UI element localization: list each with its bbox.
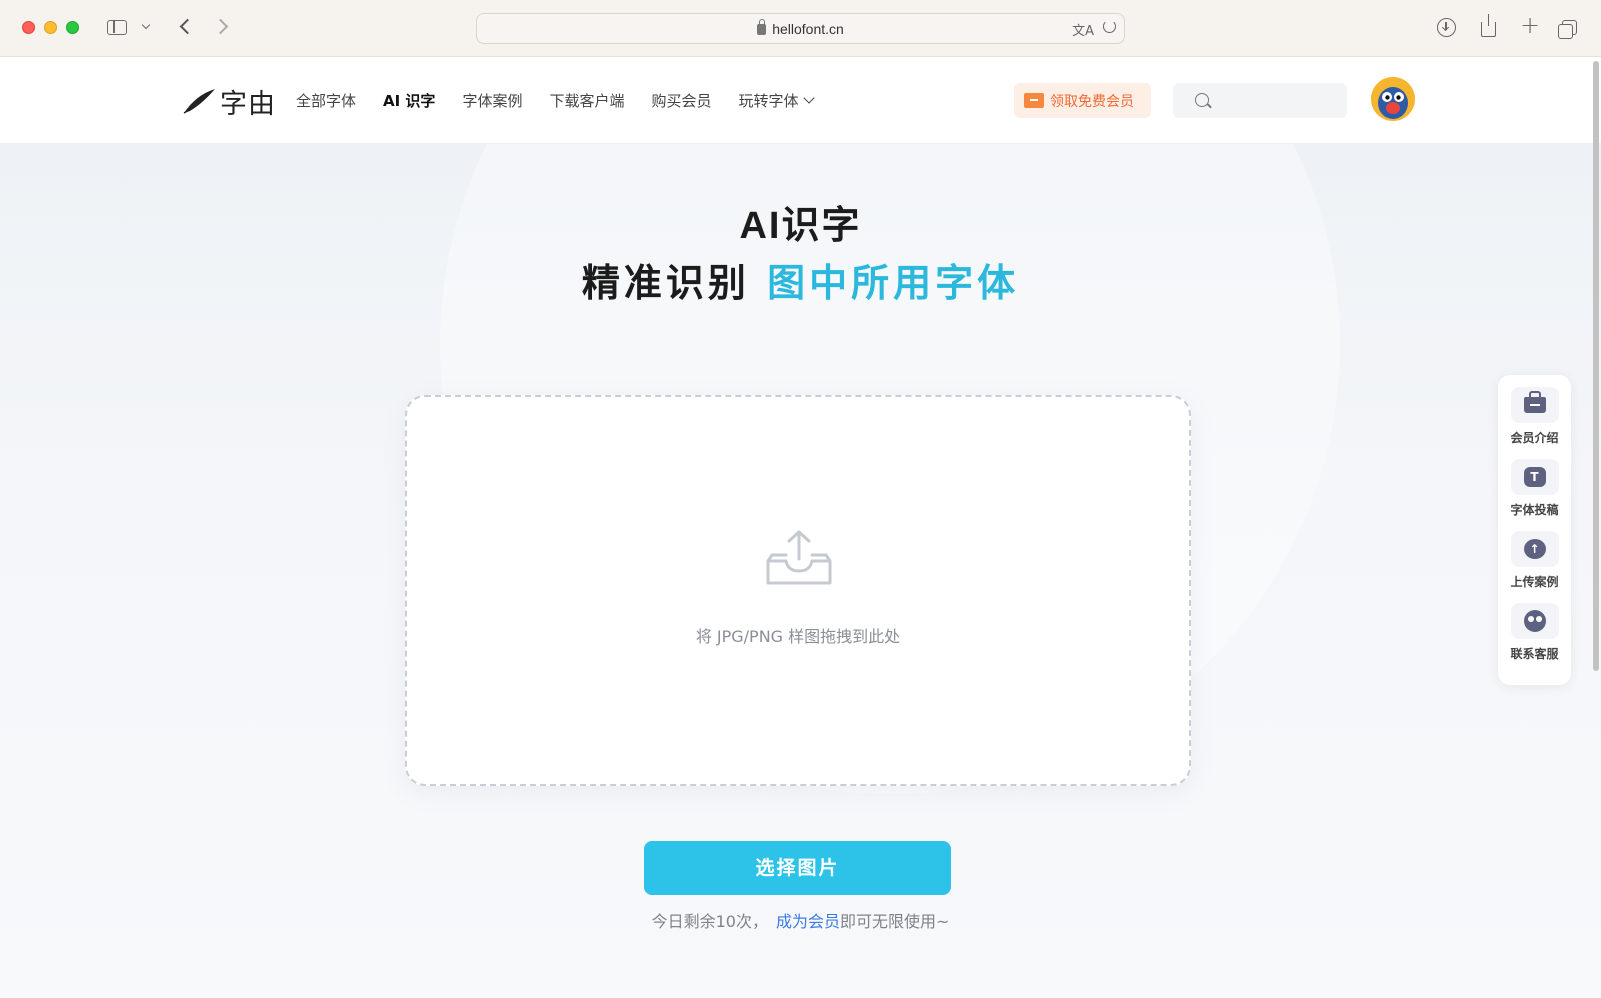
- free-membership-button[interactable]: 领取免费会员: [1014, 83, 1151, 118]
- back-arrow-icon[interactable]: [179, 18, 196, 35]
- membership-icon: [1510, 387, 1559, 423]
- tabs-overview-icon[interactable]: [1558, 20, 1577, 39]
- font-submit-icon: T: [1510, 459, 1559, 495]
- nav-buy-membership[interactable]: 购买会员: [651, 90, 711, 111]
- download-icon[interactable]: [1437, 18, 1456, 37]
- address-bar[interactable]: hellofont.cn 文A: [476, 13, 1125, 44]
- chevron-down-icon: [802, 92, 815, 104]
- lock-icon: [757, 19, 767, 35]
- quota-remaining: 今日剩余10次，: [651, 912, 768, 931]
- page-title: AI识字: [739, 205, 862, 247]
- nav-play-fonts-label: 玩转字体: [738, 92, 799, 110]
- reload-icon[interactable]: [1103, 20, 1116, 33]
- upload-tray-icon: [766, 530, 832, 585]
- site-logo[interactable]: 字由: [182, 83, 276, 120]
- site-header: 字由 全部字体 AI 识字 字体案例 下载客户端 购买会员 玩转字体 领取免费会…: [0, 57, 1601, 144]
- chevron-down-icon[interactable]: [141, 20, 151, 30]
- upload-case-glyph: ↑: [1523, 539, 1546, 559]
- nav-all-fonts[interactable]: 全部字体: [296, 90, 356, 111]
- choose-image-button[interactable]: 选择图片: [644, 841, 951, 895]
- usage-quota-text: 今日剩余10次， 成为会员即可无限使用~: [0, 908, 1601, 932]
- side-label-font-submit: 字体投稿: [1510, 503, 1559, 517]
- side-item-customer-service[interactable]: 联系客服: [1498, 603, 1571, 662]
- side-quick-panel: 会员介绍 T 字体投稿 ↑ 上传案例 联系客服: [1498, 375, 1571, 685]
- quota-suffix: 即可无限使用~: [839, 912, 950, 931]
- nav-play-fonts-dropdown[interactable]: 玩转字体: [738, 90, 815, 111]
- free-membership-label: 领取免费会员: [1050, 93, 1134, 110]
- logo-text: 字由: [220, 88, 276, 120]
- scrollbar-thumb[interactable]: [1593, 61, 1599, 671]
- search-box: [1173, 83, 1347, 118]
- nav-ai-recognize[interactable]: AI 识字: [383, 90, 435, 111]
- search-input[interactable]: [1217, 83, 1337, 118]
- side-label-customer-service: 联系客服: [1510, 647, 1559, 661]
- drop-instruction: 将 JPG/PNG 样图拖拽到此处: [695, 627, 901, 646]
- share-icon[interactable]: [1481, 14, 1496, 37]
- forward-arrow-icon[interactable]: [212, 18, 229, 35]
- search-icon[interactable]: [1195, 93, 1209, 107]
- subtitle-highlight: 图中所用字体: [767, 261, 1020, 305]
- ai-recognize-section: AI识字 精准识别 图中所用字体 将 JPG/PNG 样图拖拽到此处 选择图片 …: [0, 144, 1601, 998]
- translate-icon[interactable]: 文A: [1072, 20, 1094, 39]
- page-scrollbar[interactable]: [1592, 57, 1601, 998]
- side-item-font-submit[interactable]: T 字体投稿: [1498, 459, 1571, 518]
- subtitle-prefix: 精准识别: [581, 261, 750, 305]
- minimize-window-button[interactable]: [44, 21, 57, 34]
- nav-font-cases[interactable]: 字体案例: [462, 90, 522, 111]
- side-label-membership: 会员介绍: [1510, 431, 1559, 445]
- customer-service-icon: [1510, 603, 1559, 639]
- image-drop-zone[interactable]: 将 JPG/PNG 样图拖拽到此处: [405, 395, 1191, 786]
- gift-icon: [1024, 93, 1044, 108]
- new-tab-icon[interactable]: +: [1520, 13, 1540, 37]
- close-window-button[interactable]: [22, 21, 35, 34]
- nav-download-client[interactable]: 下载客户端: [549, 90, 624, 111]
- url-text: hellofont.cn: [772, 21, 844, 37]
- upload-case-icon: ↑: [1510, 531, 1559, 567]
- side-label-upload-case: 上传案例: [1510, 575, 1559, 589]
- user-avatar-icon: [1371, 77, 1415, 121]
- zoom-window-button[interactable]: [66, 21, 79, 34]
- sidebar-toggle-icon[interactable]: [107, 20, 127, 35]
- side-item-membership[interactable]: 会员介绍: [1498, 387, 1571, 446]
- main-nav: 全部字体 AI 识字 字体案例 下载客户端 购买会员 玩转字体: [296, 90, 840, 111]
- page-subtitle: 精准识别 图中所用字体: [0, 252, 1601, 307]
- side-item-upload-case[interactable]: ↑ 上传案例: [1498, 531, 1571, 590]
- font-submit-glyph: T: [1523, 467, 1546, 487]
- browser-toolbar: hellofont.cn 文A +: [0, 0, 1601, 57]
- quill-logo-icon: [183, 89, 215, 114]
- avatar[interactable]: [1371, 77, 1415, 121]
- become-member-link[interactable]: 成为会员: [776, 912, 840, 931]
